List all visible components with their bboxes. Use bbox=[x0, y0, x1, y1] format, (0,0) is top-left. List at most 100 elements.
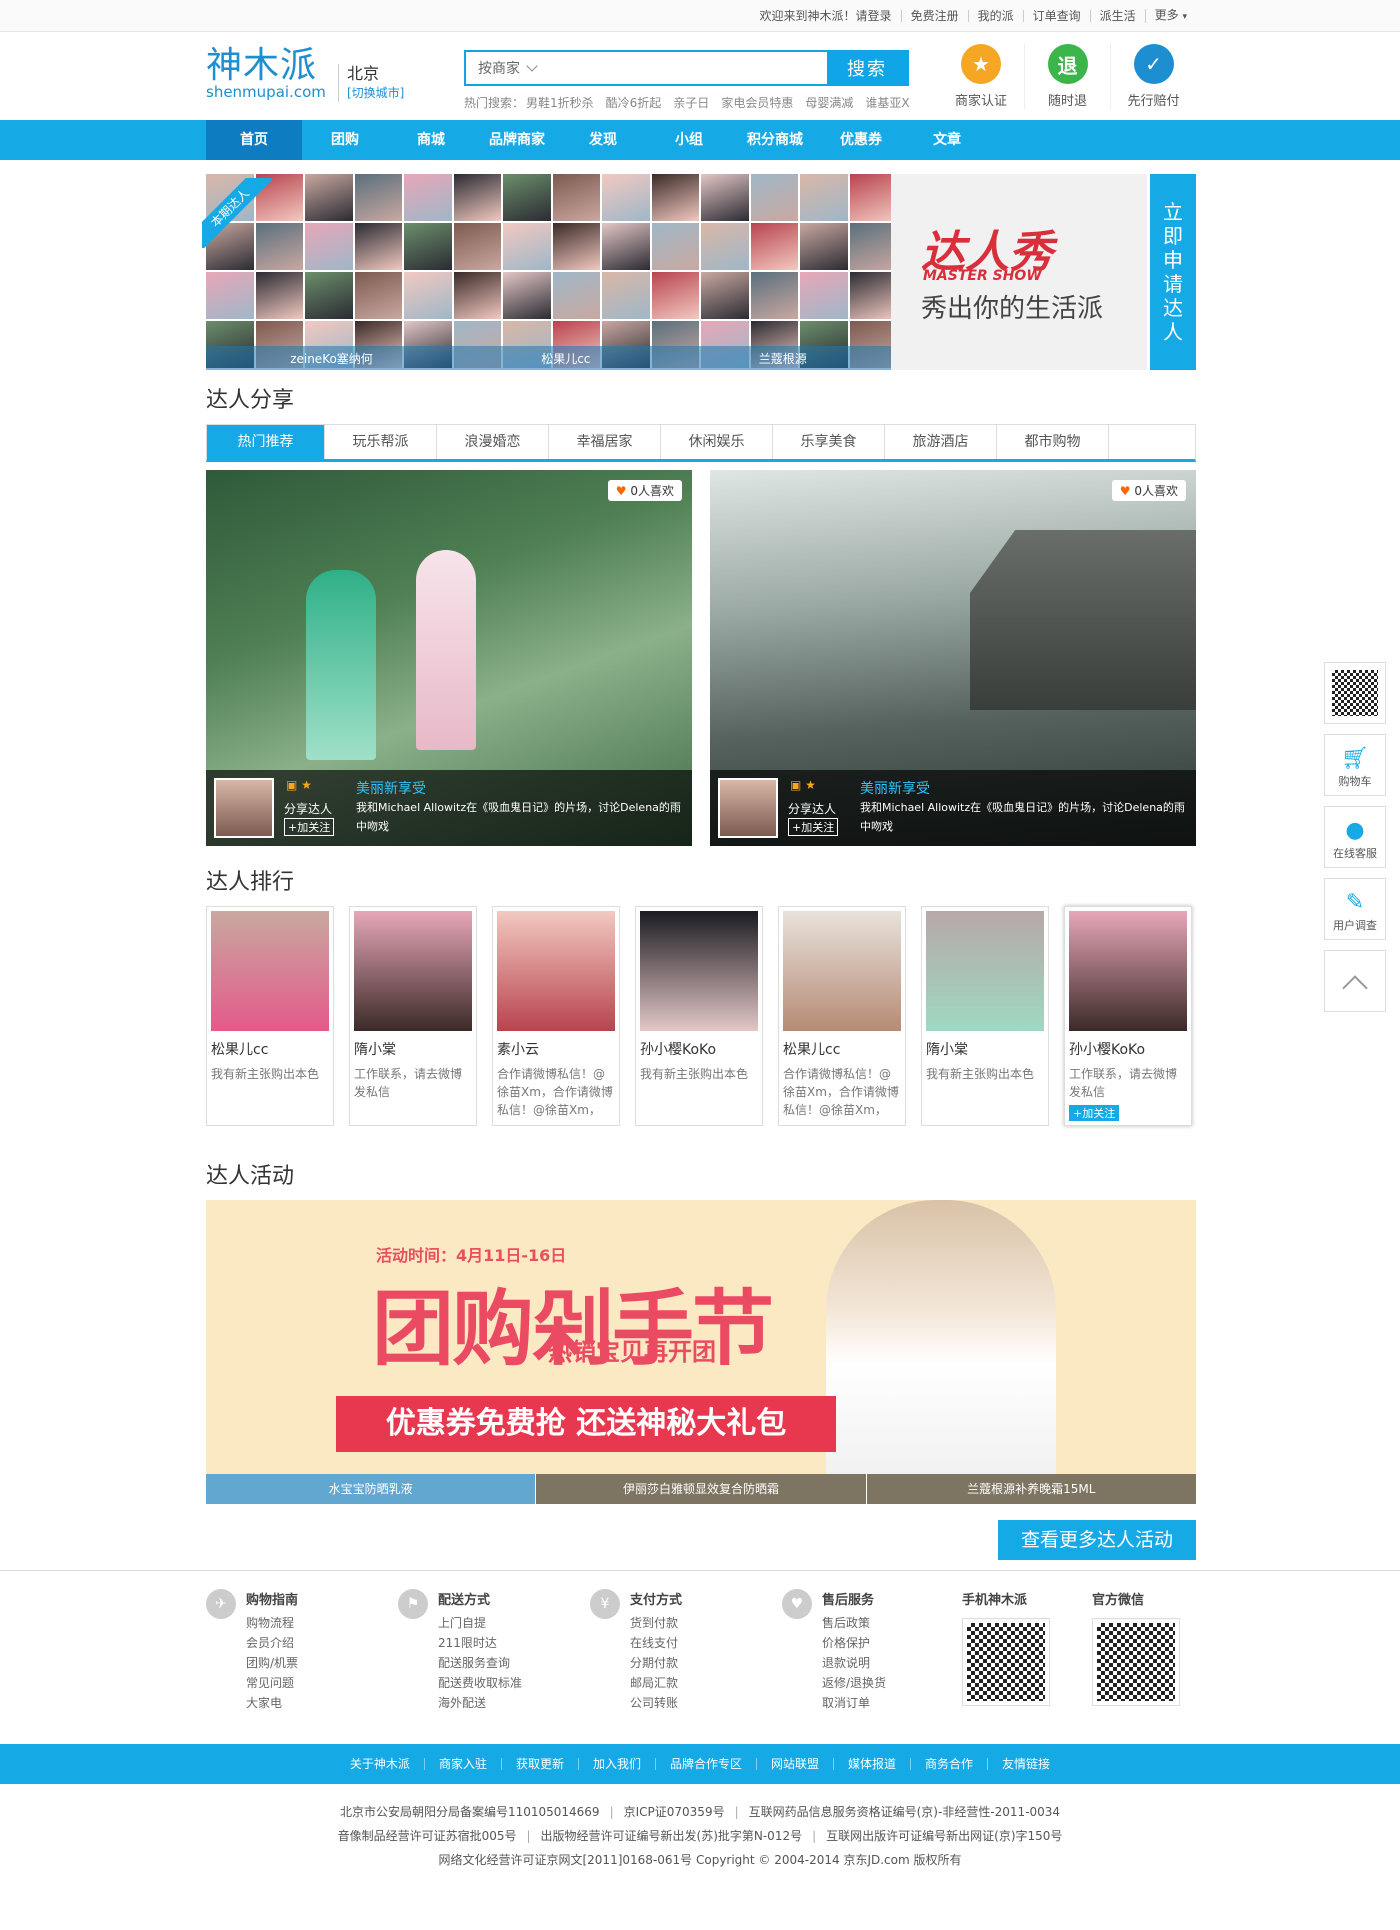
refund-badge[interactable]: 退 随时退 bbox=[1024, 44, 1110, 109]
nav-item-points-mall[interactable]: 积分商城 bbox=[732, 120, 818, 160]
ranking-card[interactable]: 孙小樱KoKo 工作联系，请去微博发私信 +加关注 bbox=[1064, 906, 1192, 1126]
talent-avatar[interactable] bbox=[404, 223, 452, 270]
talent-avatar[interactable] bbox=[354, 272, 402, 319]
talent-avatar[interactable] bbox=[453, 174, 501, 221]
footer-nav-link[interactable]: 商家入驻 bbox=[423, 1758, 501, 1770]
footer-link[interactable]: 会员介绍 bbox=[246, 1633, 298, 1653]
side-survey-button[interactable]: ✎ 用户调查 bbox=[1324, 878, 1386, 940]
talent-avatar[interactable] bbox=[849, 272, 891, 319]
talent-avatar[interactable] bbox=[404, 272, 452, 319]
ranking-card[interactable]: 素小云 合作请微博私信！@徐苗Xm，合作请微博私信！@徐苗Xm， bbox=[492, 906, 620, 1126]
footer-link[interactable]: 分期付款 bbox=[630, 1653, 678, 1673]
talent-avatar[interactable] bbox=[354, 174, 402, 221]
footer-nav-link[interactable]: 商务合作 bbox=[910, 1758, 987, 1770]
my-pai-link[interactable]: 我的派 bbox=[967, 10, 1023, 22]
tab-hot[interactable]: 热门推荐 bbox=[207, 425, 325, 459]
more-link[interactable]: 更多 ▾ bbox=[1144, 9, 1196, 23]
nav-item-coupons[interactable]: 优惠券 bbox=[818, 120, 904, 160]
featured-name[interactable]: 松果儿cc bbox=[541, 350, 590, 367]
talent-avatar[interactable] bbox=[651, 272, 699, 319]
footer-link[interactable]: 配送服务查询 bbox=[438, 1653, 522, 1673]
talent-avatar[interactable] bbox=[602, 272, 650, 319]
hot-term[interactable]: 酷冷6折起 bbox=[606, 94, 662, 111]
nav-item-groupbuy[interactable]: 团购 bbox=[302, 120, 388, 160]
activity-banner[interactable]: 活动时间：4月11日-16日 团购剁手节 热销宝贝再开团 优惠券免费抢 还送神秘… bbox=[206, 1200, 1196, 1504]
more-activities-button[interactable]: 查看更多达人活动 bbox=[998, 1520, 1196, 1560]
talent-avatar[interactable] bbox=[849, 174, 891, 221]
footer-link[interactable]: 返修/退换货 bbox=[822, 1673, 886, 1693]
master-show-promo[interactable]: 达人秀 MASTER SHOW 秀出你的生活派 bbox=[891, 174, 1147, 370]
footer-nav-link[interactable]: 媒体报道 bbox=[833, 1758, 910, 1770]
talent-avatar[interactable] bbox=[305, 174, 353, 221]
footer-link[interactable]: 退款说明 bbox=[822, 1653, 886, 1673]
nav-item-articles[interactable]: 文章 bbox=[904, 120, 990, 160]
talent-avatar[interactable] bbox=[404, 174, 452, 221]
footer-link[interactable]: 上门自提 bbox=[438, 1613, 522, 1633]
nav-item-brands[interactable]: 品牌商家 bbox=[474, 120, 560, 160]
like-button[interactable]: ♥ 0人喜欢 bbox=[607, 480, 682, 501]
footer-nav-link[interactable]: 友情链接 bbox=[987, 1758, 1064, 1770]
nav-item-groups[interactable]: 小组 bbox=[646, 120, 732, 160]
tab-fun[interactable]: 玩乐帮派 bbox=[325, 425, 437, 459]
back-to-top-button[interactable] bbox=[1324, 950, 1386, 1012]
talent-avatar[interactable] bbox=[651, 223, 699, 270]
talent-avatar[interactable] bbox=[701, 272, 749, 319]
ranking-card[interactable]: 隋小棠 工作联系，请去微博发私信 bbox=[349, 906, 477, 1126]
footer-link[interactable]: 常见问题 bbox=[246, 1673, 298, 1693]
activity-caption[interactable]: 伊丽莎白雅顿显效复合防晒霜 bbox=[535, 1474, 866, 1504]
follow-button[interactable]: +加关注 bbox=[788, 818, 839, 836]
apply-talent-button[interactable]: 立即申请达人 bbox=[1150, 174, 1196, 370]
nav-item-discover[interactable]: 发现 bbox=[560, 120, 646, 160]
ranking-card[interactable]: 隋小棠 我有新主张购出本色 bbox=[921, 906, 1049, 1126]
footer-link[interactable]: 购物流程 bbox=[246, 1613, 298, 1633]
nav-item-mall[interactable]: 商城 bbox=[388, 120, 474, 160]
like-button[interactable]: ♥ 0人喜欢 bbox=[1111, 480, 1186, 501]
qr-code-icon[interactable] bbox=[962, 1618, 1050, 1706]
follow-button[interactable]: +加关注 bbox=[284, 818, 335, 836]
talent-avatar[interactable] bbox=[750, 272, 798, 319]
talent-avatar[interactable] bbox=[255, 272, 303, 319]
talent-avatar[interactable] bbox=[453, 223, 501, 270]
footer-link[interactable]: 货到付款 bbox=[630, 1613, 678, 1633]
side-service-button[interactable]: ● 在线客服 bbox=[1324, 806, 1386, 868]
register-link[interactable]: 免费注册 bbox=[900, 10, 968, 22]
talent-avatar[interactable] bbox=[354, 223, 402, 270]
search-type-select[interactable]: 按商家 bbox=[466, 52, 550, 84]
follow-button[interactable]: +加关注 bbox=[1069, 1105, 1120, 1121]
share-card[interactable]: ♥ 0人喜欢 ▣ ★ 分享达人 +加关注 美丽新享受 我和Michael All… bbox=[710, 470, 1196, 846]
talent-avatar[interactable] bbox=[750, 174, 798, 221]
activity-caption[interactable]: 兰蔻根源补养晚霜15ML bbox=[865, 1474, 1196, 1504]
talent-avatar[interactable] bbox=[651, 174, 699, 221]
ranking-card[interactable]: 松果儿cc 合作请微博私信！@徐苗Xm，合作请微博私信！@徐苗Xm， bbox=[778, 906, 906, 1126]
talent-avatar[interactable] bbox=[503, 174, 551, 221]
switch-city-link[interactable]: [切换城市] bbox=[347, 84, 404, 102]
ranking-card[interactable]: 孙小樱KoKo 我有新主张购出本色 bbox=[635, 906, 763, 1126]
talent-avatar[interactable] bbox=[800, 272, 848, 319]
talent-avatar[interactable] bbox=[503, 223, 551, 270]
footer-link[interactable]: 价格保护 bbox=[822, 1633, 886, 1653]
tab-leisure[interactable]: 休闲娱乐 bbox=[661, 425, 773, 459]
footer-nav-link[interactable]: 获取更新 bbox=[500, 1758, 578, 1770]
footer-link[interactable]: 在线支付 bbox=[630, 1633, 678, 1653]
share-card[interactable]: ♥ 0人喜欢 ▣ ★ 分享达人 +加关注 美丽新享受 我和Michael All… bbox=[206, 470, 692, 846]
ranking-card[interactable]: 松果儿cc 我有新主张购出本色 bbox=[206, 906, 334, 1126]
search-button[interactable]: 搜索 bbox=[827, 52, 907, 84]
talent-avatar[interactable] bbox=[800, 223, 848, 270]
order-query-link[interactable]: 订单查询 bbox=[1022, 10, 1090, 22]
avatar[interactable] bbox=[214, 778, 274, 838]
footer-nav-link[interactable]: 加入我们 bbox=[577, 1758, 655, 1770]
talent-avatar[interactable] bbox=[552, 272, 600, 319]
featured-name[interactable]: zeineKo塞纳何 bbox=[290, 350, 373, 367]
compensation-badge[interactable]: ✓ 先行赔付 bbox=[1110, 44, 1196, 109]
footer-link[interactable]: 配送费收取标准 bbox=[438, 1673, 522, 1693]
footer-nav-link[interactable]: 关于神木派 bbox=[336, 1758, 424, 1770]
merchant-cert-badge[interactable]: ★ 商家认证 bbox=[938, 44, 1024, 109]
side-qr-button[interactable] bbox=[1324, 662, 1386, 724]
talent-avatar[interactable] bbox=[701, 223, 749, 270]
nav-item-home[interactable]: 首页 bbox=[206, 120, 302, 160]
footer-link[interactable]: 大家电 bbox=[246, 1693, 298, 1713]
talent-avatar[interactable] bbox=[602, 174, 650, 221]
footer-link[interactable]: 海外配送 bbox=[438, 1693, 522, 1713]
hot-term[interactable]: 亲子日 bbox=[673, 94, 709, 111]
talent-avatar[interactable] bbox=[552, 223, 600, 270]
